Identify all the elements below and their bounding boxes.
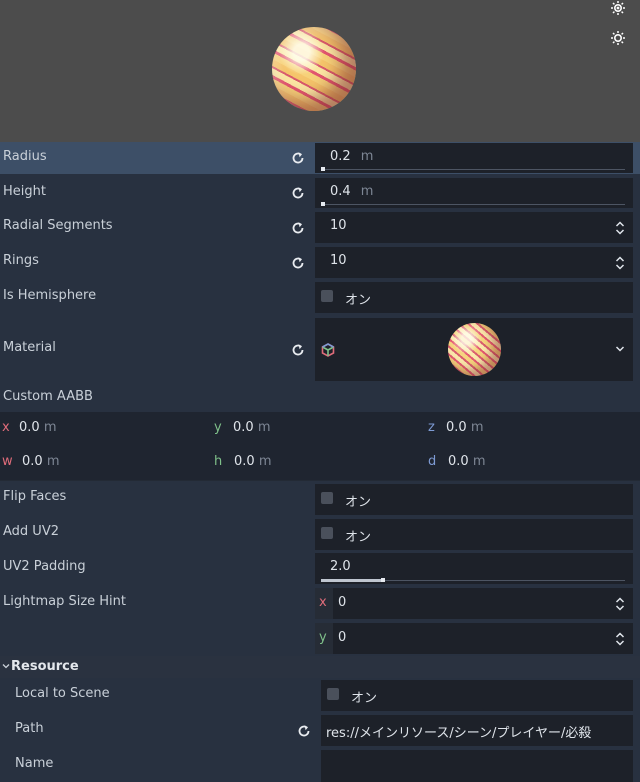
material-dropdown-button[interactable] bbox=[607, 318, 633, 381]
rings-label: Rings bbox=[3, 253, 39, 268]
flip-faces-check-label: オン bbox=[345, 495, 372, 510]
path-label: Path bbox=[15, 721, 44, 736]
radial-segments-spinbox[interactable]: 10 bbox=[315, 212, 633, 243]
aabb-x-unit: m bbox=[43, 420, 57, 435]
lightmap-x-stepper-icon[interactable] bbox=[615, 596, 625, 612]
aabb-x-field[interactable]: x 0.0 m bbox=[0, 412, 208, 446]
uv2-padding-field[interactable]: 2.0 bbox=[315, 553, 633, 584]
light-toggle-2-icon[interactable] bbox=[610, 30, 626, 46]
lightmap-size-hint-label: Lightmap Size Hint bbox=[3, 594, 126, 609]
is-hemisphere-check-box[interactable] bbox=[321, 290, 333, 302]
radius-field[interactable]: 0.2 m bbox=[315, 143, 633, 173]
aabb-h-field[interactable]: h 0.0 m bbox=[212, 446, 420, 480]
aabb-z-letter: z bbox=[428, 420, 435, 435]
flip-faces-label: Flip Faces bbox=[3, 489, 67, 504]
radial-segments-revert-icon[interactable] bbox=[290, 220, 306, 236]
flip-faces-checkbox[interactable]: オン bbox=[315, 484, 633, 515]
flip-faces-check-box[interactable] bbox=[321, 492, 333, 504]
aabb-d-field[interactable]: d 0.0 m bbox=[426, 446, 634, 480]
aabb-z-unit: m bbox=[470, 420, 484, 435]
lightmap-y-letter: y bbox=[319, 630, 327, 645]
aabb-w-unit: m bbox=[46, 454, 60, 469]
radius-label: Radius bbox=[3, 149, 47, 164]
height-field[interactable]: 0.4 m bbox=[315, 178, 633, 208]
is-hemisphere-checkbox[interactable]: オン bbox=[315, 282, 633, 313]
aabb-d-unit: m bbox=[472, 454, 486, 469]
rings-stepper-icon[interactable] bbox=[615, 255, 625, 271]
radial-segments-label: Radial Segments bbox=[3, 218, 113, 233]
lightmap-y-value: 0 bbox=[338, 630, 347, 645]
path-input[interactable]: res://メインリソース/シーン/プレイヤー/必殺 bbox=[321, 715, 633, 746]
chevron-down-icon bbox=[615, 346, 625, 352]
aabb-h-value: 0.0 bbox=[234, 454, 255, 469]
aabb-y-unit: m bbox=[257, 420, 271, 435]
uv2-padding-label: UV2 Padding bbox=[3, 559, 86, 574]
height-label: Height bbox=[3, 184, 46, 199]
mesh-preview bbox=[0, 0, 640, 142]
aabb-z-value: 0.0 bbox=[446, 420, 467, 435]
material-picker[interactable] bbox=[315, 318, 607, 381]
radius-slider[interactable] bbox=[321, 167, 325, 171]
aabb-y-value: 0.0 bbox=[233, 420, 254, 435]
is-hemisphere-label: Is Hemisphere bbox=[3, 288, 97, 303]
custom-aabb-label: Custom AABB bbox=[3, 389, 93, 404]
local-to-scene-checkbox[interactable]: オン bbox=[321, 680, 633, 711]
aabb-x-letter: x bbox=[2, 420, 10, 435]
radius-value: 0.2 bbox=[330, 149, 351, 164]
name-label: Name bbox=[15, 756, 54, 771]
add-uv2-check-label: オン bbox=[345, 530, 372, 545]
aabb-d-value: 0.0 bbox=[448, 454, 469, 469]
path-revert-icon[interactable] bbox=[296, 723, 312, 739]
local-to-scene-label: Local to Scene bbox=[15, 686, 110, 701]
lightmap-x-letter: x bbox=[319, 595, 327, 610]
rings-revert-icon[interactable] bbox=[290, 255, 306, 271]
sphere-mesh-preview bbox=[272, 27, 356, 111]
resource-section-title: Resource bbox=[11, 659, 79, 674]
material-label: Material bbox=[3, 340, 56, 355]
aabb-z-field[interactable]: z 0.0 m bbox=[426, 412, 634, 446]
custom-aabb-fields: x 0.0 m y 0.0 m z 0.0 m w 0.0 m h 0.0 m … bbox=[0, 412, 640, 480]
height-value: 0.4 bbox=[330, 184, 351, 199]
radial-segments-value: 10 bbox=[330, 218, 347, 233]
local-to-scene-check-box[interactable] bbox=[327, 688, 339, 700]
aabb-h-letter: h bbox=[214, 454, 223, 469]
aabb-y-field[interactable]: y 0.0 m bbox=[212, 412, 420, 446]
radius-unit: m bbox=[360, 149, 374, 164]
radial-segments-stepper-icon[interactable] bbox=[615, 220, 625, 236]
chevron-down-icon bbox=[2, 664, 10, 669]
material-thumbnail bbox=[448, 323, 501, 376]
lightmap-y-spinbox[interactable]: y 0 bbox=[315, 623, 633, 654]
aabb-x-value: 0.0 bbox=[19, 420, 40, 435]
aabb-w-letter: w bbox=[2, 454, 13, 469]
lightmap-x-value: 0 bbox=[338, 595, 347, 610]
add-uv2-label: Add UV2 bbox=[3, 524, 59, 539]
aabb-y-letter: y bbox=[214, 420, 222, 435]
rings-value: 10 bbox=[330, 253, 347, 268]
aabb-d-letter: d bbox=[428, 454, 437, 469]
add-uv2-checkbox[interactable]: オン bbox=[315, 519, 633, 550]
add-uv2-check-box[interactable] bbox=[321, 527, 333, 539]
path-value: res://メインリソース/シーン/プレイヤー/必殺 bbox=[326, 726, 592, 741]
local-to-scene-check-label: オン bbox=[351, 691, 378, 706]
name-input[interactable] bbox=[321, 750, 633, 782]
aabb-w-field[interactable]: w 0.0 m bbox=[0, 446, 208, 480]
aabb-w-value: 0.0 bbox=[22, 454, 43, 469]
resource-section-header[interactable]: Resource bbox=[0, 656, 640, 678]
is-hemisphere-check-label: オン bbox=[345, 293, 372, 308]
lightmap-y-stepper-icon[interactable] bbox=[615, 631, 625, 647]
light-toggle-1-icon[interactable] bbox=[610, 0, 626, 16]
rings-spinbox[interactable]: 10 bbox=[315, 247, 633, 278]
height-revert-icon[interactable] bbox=[290, 185, 306, 201]
radius-revert-icon[interactable] bbox=[290, 150, 306, 166]
height-unit: m bbox=[360, 184, 374, 199]
standard-material-icon bbox=[321, 343, 335, 357]
material-revert-icon[interactable] bbox=[290, 342, 306, 358]
lightmap-x-spinbox[interactable]: x 0 bbox=[315, 588, 633, 619]
height-slider[interactable] bbox=[321, 202, 325, 206]
uv2-padding-slider[interactable] bbox=[381, 578, 385, 582]
aabb-h-unit: m bbox=[258, 454, 272, 469]
uv2-padding-value: 2.0 bbox=[330, 559, 351, 574]
prop-custom-aabb: Custom AABB bbox=[0, 384, 640, 412]
